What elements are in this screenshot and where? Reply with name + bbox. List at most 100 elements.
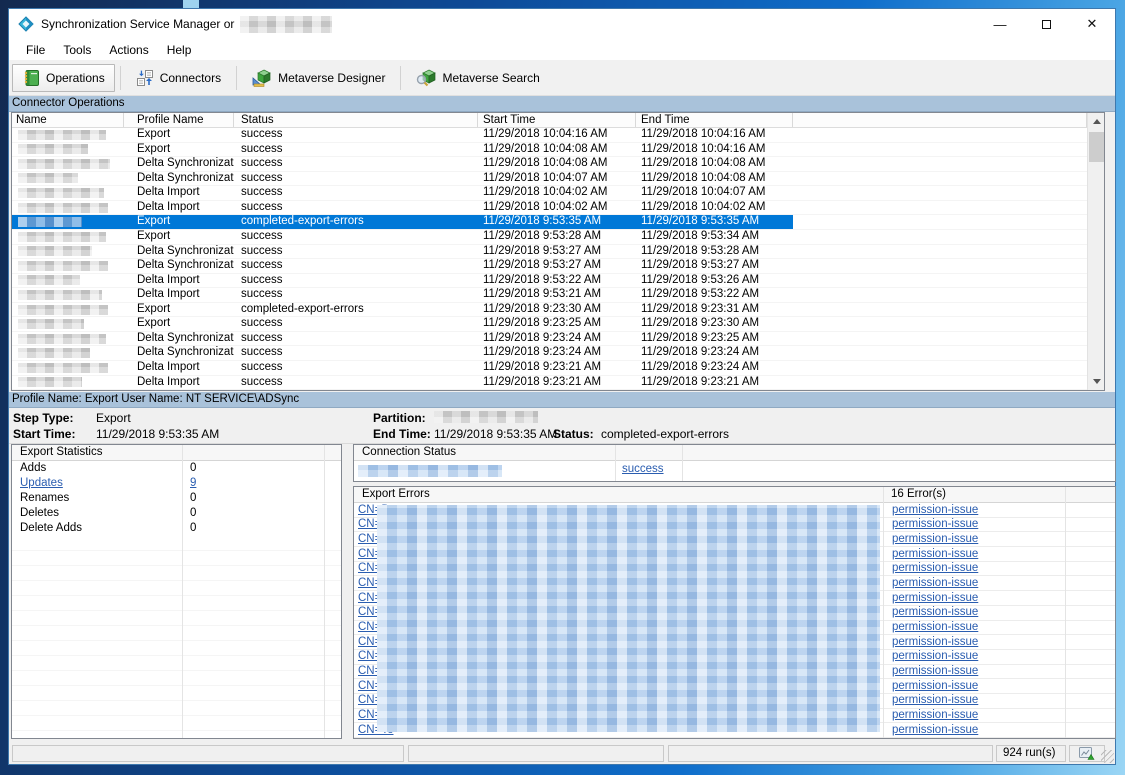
operation-status: success (234, 288, 478, 302)
operation-start-time: 11/29/2018 10:04:02 AM (478, 186, 636, 200)
operation-row[interactable]: Delta Synchronizationsuccess11/29/2018 9… (12, 245, 1087, 260)
scrollbar-up-arrow-icon[interactable] (1088, 113, 1105, 130)
toolbar-metaverse-search-button[interactable]: Metaverse Search (406, 64, 549, 92)
toolbar-metaverse-designer-button[interactable]: Metaverse Designer (242, 64, 395, 92)
menu-file[interactable]: File (17, 41, 54, 59)
operation-start-time: 11/29/2018 9:53:21 AM (478, 288, 636, 302)
permission-issue-link[interactable]: permission-issue (892, 592, 978, 606)
operation-row[interactable]: Exportsuccess11/29/2018 9:53:28 AM11/29/… (12, 230, 1087, 245)
permission-issue-link[interactable]: permission-issue (892, 724, 978, 738)
column-header-status[interactable]: Status (234, 113, 478, 127)
close-button[interactable]: ✕ (1069, 9, 1115, 39)
connection-status-title: Connection Status (354, 446, 456, 458)
operation-row[interactable]: Delta Importsuccess11/29/2018 9:23:21 AM… (12, 361, 1087, 376)
redacted-connector-name (18, 334, 106, 344)
operation-end-time: 11/29/2018 10:04:07 AM (636, 186, 793, 200)
operation-row[interactable]: Delta Importsuccess11/29/2018 9:53:22 AM… (12, 274, 1087, 289)
operation-row[interactable]: Delta Synchronizationsuccess11/29/2018 1… (12, 172, 1087, 187)
permission-issue-link[interactable]: permission-issue (892, 621, 978, 635)
stats-column-separator (324, 445, 325, 738)
operation-row[interactable]: Exportsuccess11/29/2018 9:23:25 AM11/29/… (12, 317, 1087, 332)
operation-row[interactable]: Delta Synchronizationsuccess 11/29/2018 1… (12, 157, 1087, 172)
operation-row-filler (793, 186, 1087, 200)
operation-end-time: 11/29/2018 10:04:08 AM (636, 157, 793, 171)
operation-status: success (234, 274, 478, 288)
permission-issue-link[interactable]: permission-issue (892, 518, 978, 532)
operation-start-time: 11/29/2018 9:53:28 AM (478, 230, 636, 244)
scrollbar-down-arrow-icon[interactable] (1088, 373, 1105, 390)
permission-issue-link[interactable]: permission-issue (892, 650, 978, 664)
operation-row-filler (793, 128, 1087, 142)
status-panel-1 (12, 745, 404, 762)
redacted-connector-name (18, 232, 106, 242)
export-errors-title: Export Errors (362, 487, 430, 502)
operation-row[interactable]: Delta Importsuccess11/29/2018 10:04:02 A… (12, 201, 1087, 216)
permission-issue-link[interactable]: permission-issue (892, 665, 978, 679)
scrollbar-thumb[interactable] (1089, 132, 1104, 162)
operation-row[interactable]: Delta Importsuccess11/29/2018 9:53:21 AM… (12, 288, 1087, 303)
statistic-label: Delete Adds (20, 521, 82, 536)
minimize-button[interactable]: — (977, 9, 1023, 39)
operations-scrollbar[interactable] (1087, 113, 1104, 390)
operation-end-time: 11/29/2018 9:23:24 AM (636, 361, 793, 375)
permission-issue-link[interactable]: permission-issue (892, 533, 978, 547)
operation-start-time: 11/29/2018 9:53:35 AM (478, 215, 636, 229)
start-time-value: 11/29/2018 9:53:35 AM (96, 427, 219, 441)
menu-actions[interactable]: Actions (100, 41, 157, 59)
column-header-name[interactable]: Name (12, 113, 124, 127)
permission-issue-link[interactable]: permission-issue (892, 636, 978, 650)
status-panel-2 (408, 745, 664, 762)
redacted-connector-name (18, 246, 92, 256)
permission-issue-link[interactable]: permission-issue (892, 680, 978, 694)
operation-row[interactable]: Exportsuccess11/29/2018 10:04:16 AM11/29… (12, 128, 1087, 143)
operation-row-filler (793, 143, 1087, 157)
menu-bar: File Tools Actions Help (9, 39, 1115, 60)
operation-profile-name: Delta Synchronization (124, 245, 234, 259)
stats-column-separator (182, 445, 183, 738)
operation-row[interactable]: Delta Importsuccess11/29/2018 10:04:02 A… (12, 186, 1087, 201)
operation-row[interactable]: Delta Synchronizationsuccess11/29/2018 9… (12, 346, 1087, 361)
menu-help[interactable]: Help (158, 41, 201, 59)
statistic-value: 0 (190, 506, 196, 521)
operation-end-time: 11/29/2018 9:23:24 AM (636, 346, 793, 360)
operation-profile-name: Delta Synchronization (124, 157, 234, 171)
operation-row[interactable]: Exportcompleted-export-errors11/29/2018 … (12, 215, 1087, 230)
resize-grip[interactable] (1101, 750, 1114, 763)
statistic-value[interactable]: 9 (190, 476, 196, 491)
statistic-label[interactable]: Updates (20, 476, 63, 491)
redacted-server-name (240, 16, 332, 33)
operation-end-time: 11/29/2018 10:04:16 AM (636, 143, 793, 157)
operation-status: success (234, 361, 478, 375)
status-icon-panel[interactable] (1069, 745, 1105, 762)
operation-row[interactable]: Delta Importsuccess11/29/2018 9:23:21 AM… (12, 376, 1087, 391)
operation-start-time: 11/29/2018 10:04:07 AM (478, 172, 636, 186)
statistic-label: Renames (20, 491, 69, 506)
column-header-profile-name[interactable]: Profile Name (124, 113, 234, 127)
connection-success-link[interactable]: success (622, 463, 664, 475)
toolbar-connectors-button[interactable]: Connectors (126, 64, 231, 92)
window-title: Synchronization Service Manager or (41, 17, 234, 31)
permission-issue-link[interactable]: permission-issue (892, 562, 978, 576)
column-header-start-time[interactable]: Start Time (478, 113, 636, 127)
export-errors-pane: Export Errors 16 Error(s) CN=Dupermissio… (353, 486, 1116, 739)
menu-tools[interactable]: Tools (54, 41, 100, 59)
permission-issue-link[interactable]: permission-issue (892, 606, 978, 620)
operation-start-time: 11/29/2018 9:23:30 AM (478, 303, 636, 317)
permission-issue-link[interactable]: permission-issue (892, 504, 978, 518)
permission-issue-link[interactable]: permission-issue (892, 577, 978, 591)
operation-start-time: 11/29/2018 9:53:27 AM (478, 259, 636, 273)
permission-issue-link[interactable]: permission-issue (892, 694, 978, 708)
permission-issue-link[interactable]: permission-issue (892, 709, 978, 723)
operation-row[interactable]: Delta Synchronizationsuccess11/29/2018 9… (12, 332, 1087, 347)
column-header-end-time[interactable]: End Time (636, 113, 793, 127)
toolbar-operations-button[interactable]: Operations (12, 64, 115, 92)
redacted-connector-name (18, 275, 80, 285)
operation-status: success (234, 157, 478, 171)
operation-row[interactable]: Delta Synchronizationsuccess11/29/2018 9… (12, 259, 1087, 274)
operation-row[interactable]: Exportsuccess11/29/2018 10:04:08 AM11/29… (12, 143, 1087, 158)
operation-profile-name: Export (124, 143, 234, 157)
operation-row[interactable]: Exportcompleted-export-errors11/29/2018 … (12, 303, 1087, 318)
permission-issue-link[interactable]: permission-issue (892, 548, 978, 562)
toolbar-separator (400, 66, 401, 90)
maximize-button[interactable] (1023, 9, 1069, 39)
